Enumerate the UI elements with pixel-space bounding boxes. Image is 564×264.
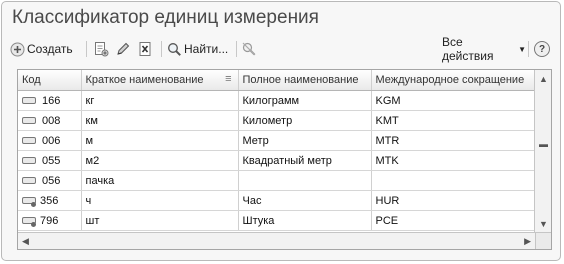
cell-short-name: км (81, 110, 239, 131)
table-row[interactable]: 008 км Километр KMT (18, 110, 537, 131)
toolbar-separator (528, 41, 529, 57)
table-row[interactable]: 056 пачка (18, 170, 537, 191)
cell-intl-code: KGM (371, 90, 537, 111)
toolbar-separator (236, 41, 237, 57)
cell-short-name: шт (81, 210, 239, 231)
toolbar-separator (86, 41, 87, 57)
table-row[interactable]: 006 м Метр MTR (18, 130, 537, 151)
column-header-short-name[interactable]: Краткое наименование ≡ (81, 70, 239, 91)
toolbar-separator (161, 41, 162, 57)
cell-full-name: Метр (238, 130, 372, 151)
pencil-icon (115, 41, 131, 57)
cell-code: 356 (40, 194, 59, 207)
cell-short-name: м (81, 130, 239, 151)
scroll-thumb-grip-icon[interactable]: ▬ (539, 139, 548, 149)
element-icon (22, 137, 36, 144)
find-button[interactable]: Найти... (167, 38, 233, 60)
cell-code: 055 (42, 154, 61, 167)
scroll-left-icon[interactable]: ◀ (22, 236, 29, 246)
element-icon (22, 97, 36, 104)
cell-short-name: м2 (81, 150, 239, 171)
horizontal-scrollbar[interactable]: ◀ ▶ (18, 232, 535, 249)
plus-circle-icon (10, 42, 25, 57)
column-header-code[interactable]: Код (18, 70, 82, 91)
table-header-row: Код Краткое наименование ≡ Полное наимен… (18, 70, 537, 91)
cell-code: 056 (42, 174, 61, 187)
help-glyph: ? (538, 43, 546, 55)
column-header-intl-code[interactable]: Международное сокращение (371, 70, 537, 91)
cell-full-name: Час (238, 190, 372, 211)
element-predefined-icon (22, 196, 36, 207)
cell-full-name: Штука (238, 210, 372, 231)
units-table[interactable]: Код Краткое наименование ≡ Полное наимен… (17, 69, 552, 250)
edit-button[interactable] (115, 38, 133, 60)
cell-short-name: ч (81, 190, 239, 211)
sort-icon: ≡ (225, 73, 232, 85)
cell-code: 166 (42, 94, 61, 107)
copy-document-icon (93, 41, 109, 57)
find-label: Найти... (184, 42, 229, 56)
cell-short-name: кг (81, 90, 239, 111)
form-window: Классификатор единиц измерения Создать Н… (1, 1, 561, 261)
create-label: Создать (27, 42, 73, 56)
page-title: Классификатор единиц измерения (12, 7, 319, 28)
cell-full-name: Километр (238, 110, 372, 131)
units-table-body: Код Краткое наименование ≡ Полное наимен… (18, 70, 537, 231)
all-actions-menu[interactable]: Все действия ▼ (442, 35, 526, 63)
table-row[interactable]: 356 ч Час HUR (18, 190, 537, 211)
cell-intl-code: KMT (371, 110, 537, 131)
delete-mark-icon (137, 41, 153, 57)
cell-full-name: Килограмм (238, 90, 372, 111)
copy-button[interactable] (93, 38, 111, 60)
vertical-scrollbar[interactable]: ▲ ▬ ▼ (534, 70, 551, 232)
scrollbar-corner (535, 232, 551, 249)
scroll-down-icon[interactable]: ▼ (539, 219, 548, 229)
cell-full-name: Квадратный метр (238, 150, 372, 171)
mark-deletion-button[interactable] (137, 38, 155, 60)
cell-full-name (238, 170, 372, 191)
element-predefined-icon (22, 216, 36, 227)
create-button[interactable]: Создать (10, 38, 80, 60)
cell-intl-code: MTR (371, 130, 537, 151)
element-icon (22, 157, 36, 164)
search-cancel-icon (241, 41, 257, 57)
element-icon (22, 177, 36, 184)
cell-intl-code: HUR (371, 190, 537, 211)
table-row[interactable]: 055 м2 Квадратный метр MTK (18, 150, 537, 171)
scroll-up-icon[interactable]: ▲ (539, 74, 548, 84)
column-header-full-name[interactable]: Полное наименование (238, 70, 372, 91)
table-row[interactable]: 166 кг Килограмм KGM (18, 90, 537, 111)
cell-short-name: пачка (81, 170, 239, 191)
cell-code: 006 (42, 134, 61, 147)
cell-intl-code (371, 170, 537, 191)
help-button[interactable]: ? (534, 38, 552, 60)
cell-intl-code: MTK (371, 150, 537, 171)
toolbar: Создать Найти... Все действия ▼ ? (10, 35, 556, 63)
magnifier-icon (167, 42, 182, 57)
all-actions-label: Все действия (442, 35, 494, 63)
cell-code: 008 (42, 114, 61, 127)
cell-intl-code: PCE (371, 210, 537, 231)
element-icon (22, 117, 36, 124)
cancel-search-button[interactable] (241, 38, 259, 60)
table-row[interactable]: 796 шт Штука PCE (18, 210, 537, 231)
scroll-right-icon[interactable]: ▶ (524, 236, 531, 246)
dropdown-arrow-icon: ▼ (518, 44, 526, 54)
help-icon: ? (534, 41, 550, 57)
cell-code: 796 (40, 214, 59, 227)
